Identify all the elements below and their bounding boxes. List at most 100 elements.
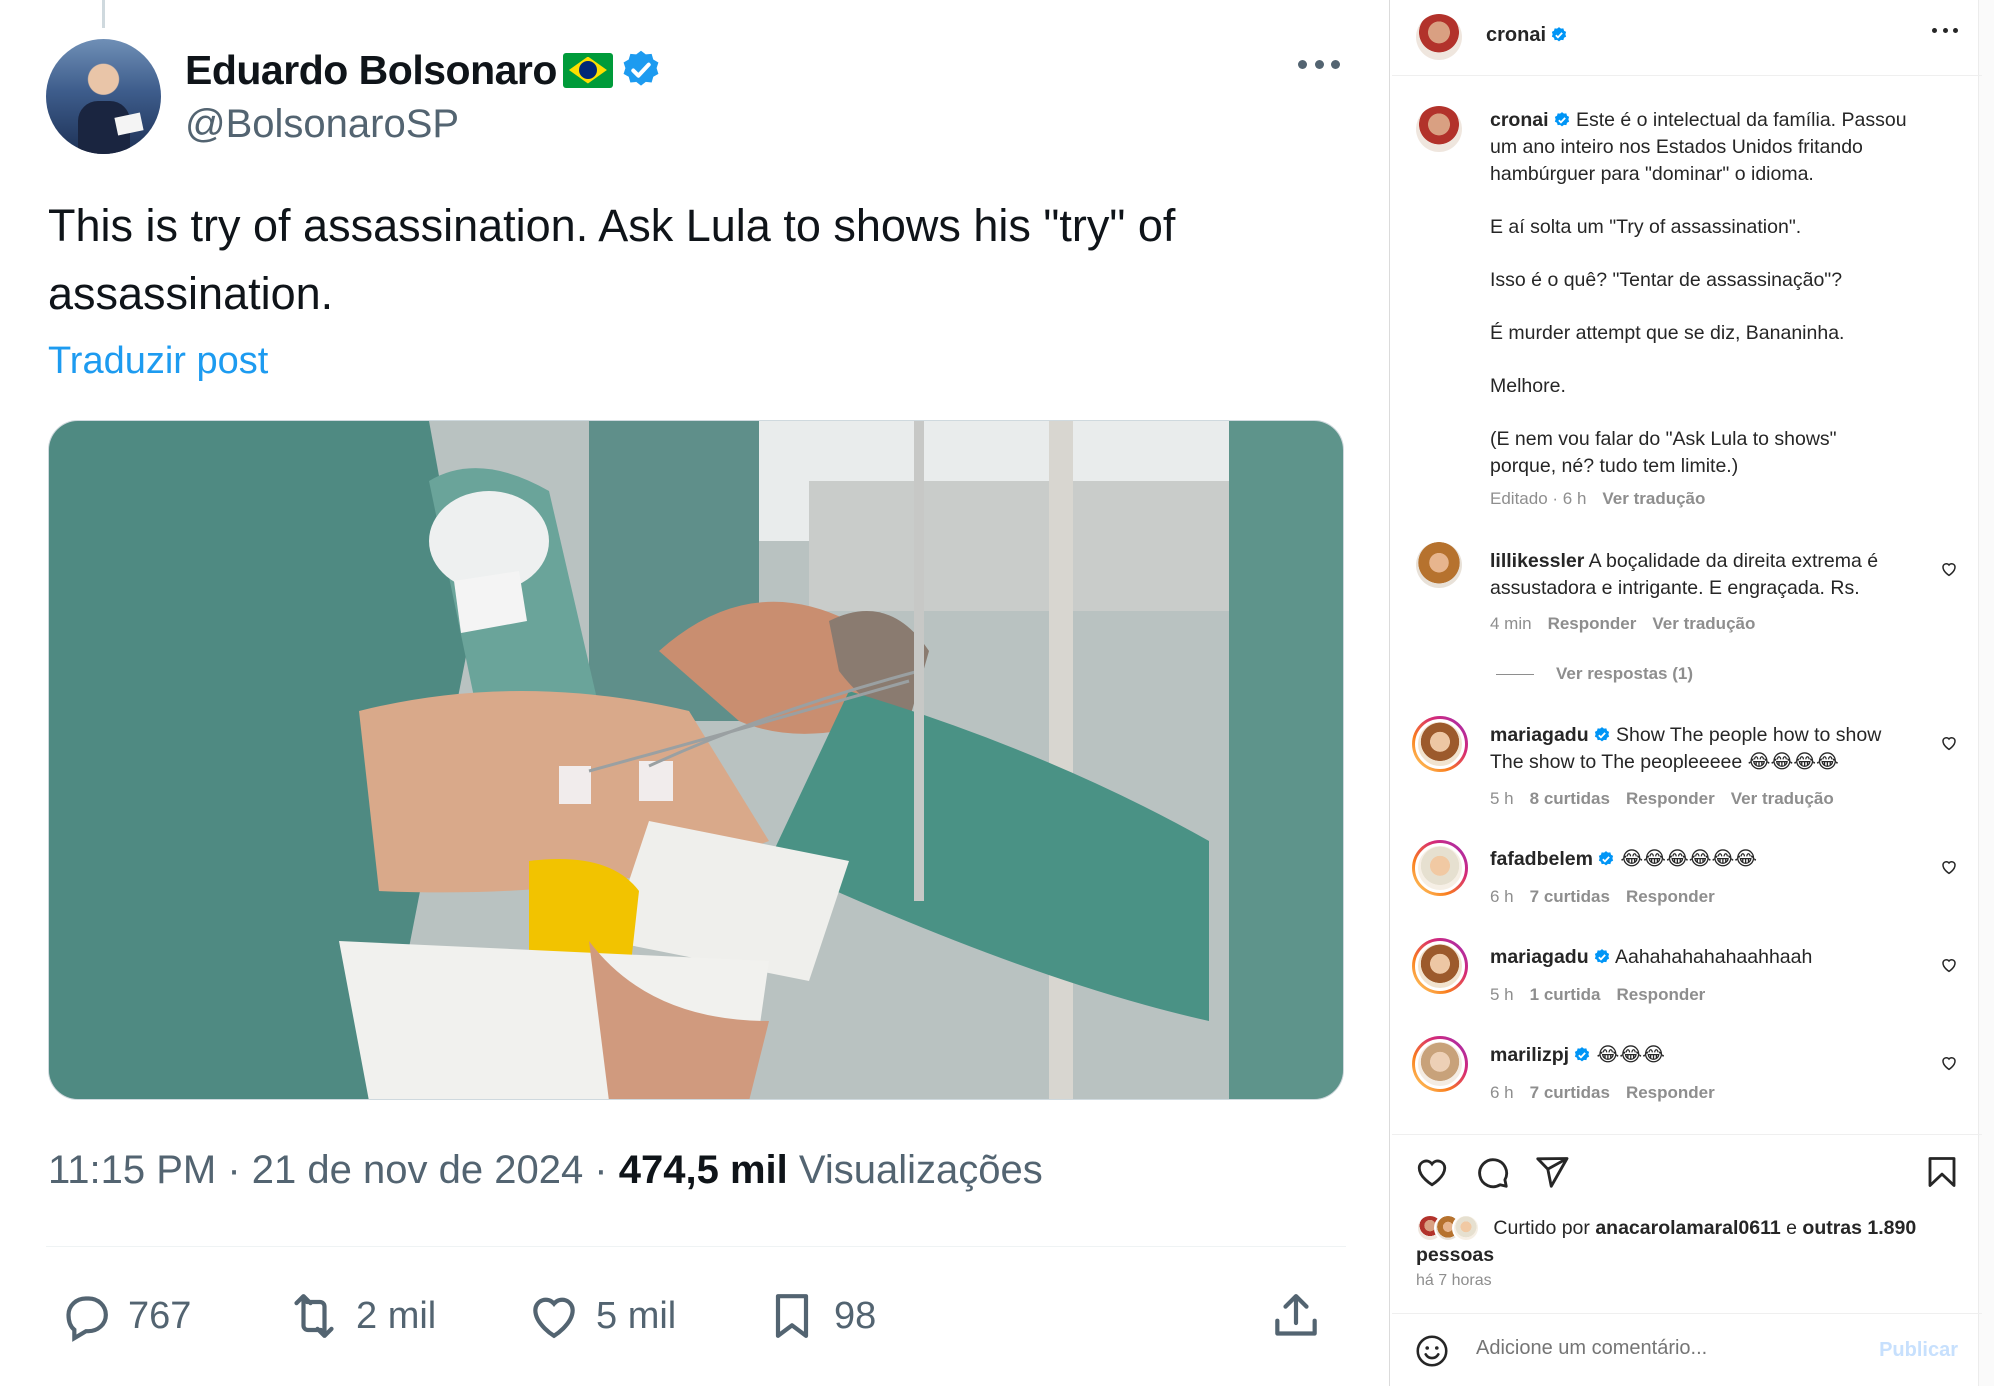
- like-button[interactable]: 5 mil: [526, 1280, 676, 1352]
- tweet-meta: 11:15 PM · 21 de nov de 2024 · 474,5 mil…: [48, 1148, 1043, 1193]
- comment-text: mariagadu Show The people how to show: [1490, 724, 1882, 746]
- caption-avatar[interactable]: [1416, 106, 1462, 152]
- caption-text: um ano inteiro nos Estados Unidos fritan…: [1490, 136, 1863, 158]
- tweet-card: Eduardo Bolsonaro @BolsonaroSP This is t…: [0, 0, 1390, 1386]
- see-translation-link[interactable]: Ver tradução: [1652, 614, 1755, 633]
- retweet-icon: [294, 1294, 334, 1338]
- comment-avatar[interactable]: [1416, 542, 1462, 588]
- bookmark-icon: [775, 1294, 809, 1338]
- reply-button[interactable]: 767: [58, 1280, 191, 1352]
- translate-post-link[interactable]: Traduzir post: [48, 340, 268, 383]
- comment-avatar-story-ring[interactable]: [1412, 716, 1468, 772]
- views-count: 474,5 mil: [618, 1148, 788, 1192]
- comment-user[interactable]: marilizpj: [1490, 1044, 1569, 1066]
- like-heart-icon[interactable]: [1414, 1154, 1450, 1190]
- views-label: Visualizações: [787, 1148, 1043, 1192]
- comment-text: fafadbelem 😂😂😂😂😂😂: [1490, 848, 1758, 870]
- verified-badge-icon: [1594, 727, 1609, 742]
- comment-user[interactable]: mariagadu: [1490, 946, 1589, 968]
- divider: [1392, 1313, 1982, 1314]
- divider: [46, 1246, 1346, 1247]
- reply-count: 767: [128, 1294, 192, 1337]
- caption-text: É murder attempt que se diz, Bananinha.: [1490, 322, 1845, 344]
- heart-icon: [533, 1297, 575, 1339]
- comment-like-heart-icon[interactable]: [1940, 956, 1958, 974]
- comment-text: lillikessler A boçalidade da direita ext…: [1490, 550, 1879, 572]
- comment-user[interactable]: lillikessler: [1490, 550, 1584, 572]
- publish-button[interactable]: Publicar: [1879, 1339, 1958, 1362]
- comment-likes-count[interactable]: 7 curtidas: [1530, 887, 1610, 906]
- reply-link[interactable]: Responder: [1626, 789, 1715, 808]
- comment-bubble-icon[interactable]: [1474, 1154, 1510, 1190]
- post-author-avatar[interactable]: [1416, 14, 1462, 60]
- instagram-panel: cronai cronai Este é o intelectual da fa…: [1392, 0, 1994, 1386]
- comment-avatar-story-ring[interactable]: [1412, 1036, 1468, 1092]
- reply-link[interactable]: Responder: [1617, 985, 1706, 1004]
- comment-likes-count[interactable]: 7 curtidas: [1530, 1083, 1610, 1102]
- verified-badge-icon: [1554, 112, 1569, 127]
- comment-meta: 4 min Responder Ver tradução: [1490, 614, 1756, 633]
- comment-input[interactable]: [1476, 1337, 1856, 1360]
- caption-text: porque, né? tudo tem limite.): [1490, 455, 1739, 477]
- comment-avatar-story-ring[interactable]: [1412, 840, 1468, 896]
- caption-text: E aí solta um "Try of assassination".: [1490, 216, 1802, 238]
- emoji-icon[interactable]: [1414, 1333, 1450, 1369]
- comment-meta: 5 h8 curtidas Responder Ver tradução: [1490, 789, 1834, 808]
- verified-badge-icon: [1594, 949, 1609, 964]
- comment-like-heart-icon[interactable]: [1940, 560, 1958, 578]
- liker-avatar[interactable]: [1452, 1214, 1480, 1242]
- verified-badge-icon: [623, 50, 659, 86]
- view-replies-link[interactable]: Ver respostas (1): [1496, 664, 1693, 684]
- caption-text: Este é o intelectual da família. Passou: [1575, 109, 1907, 131]
- post-header: cronai: [1392, 0, 1982, 76]
- divider: [1392, 1134, 1982, 1135]
- comment-meta: 5 h1 curtida Responder: [1490, 985, 1706, 1004]
- comment-like-heart-icon[interactable]: [1940, 734, 1958, 752]
- comment-like-heart-icon[interactable]: [1940, 858, 1958, 876]
- comment-likes-count[interactable]: 8 curtidas: [1530, 789, 1610, 808]
- retweet-button[interactable]: 2 mil: [286, 1280, 436, 1352]
- see-translation-link[interactable]: Ver tradução: [1602, 489, 1705, 508]
- scrollbar[interactable]: [1978, 0, 1994, 1386]
- tweet-timestamp[interactable]: 11:15 PM · 21 de nov de 2024 ·: [48, 1148, 619, 1192]
- more-options-icon[interactable]: [1932, 28, 1958, 34]
- caption-text: (E nem vou falar do "Ask Lula to shows": [1490, 428, 1837, 450]
- brazil-flag-icon: [562, 52, 613, 88]
- see-translation-link[interactable]: Ver tradução: [1731, 789, 1834, 808]
- thread-line: [102, 0, 105, 28]
- comment-text: The show to The peopleeeee 😂😂😂😂: [1490, 751, 1839, 773]
- caption-user[interactable]: cronai: [1490, 109, 1549, 131]
- bookmark-count: 98: [834, 1294, 877, 1337]
- tweet-text: This is try of assassination. Ask Lula t…: [48, 200, 1176, 319]
- more-options-icon[interactable]: [1296, 44, 1342, 84]
- comment-like-heart-icon[interactable]: [1940, 1054, 1958, 1072]
- hospital-photo-illustration: [49, 421, 1343, 1099]
- tweet-author-avatar[interactable]: [46, 39, 161, 154]
- reply-link[interactable]: Responder: [1626, 887, 1715, 906]
- post-time[interactable]: há 7 horas: [1416, 1272, 1492, 1290]
- comment-user[interactable]: fafadbelem: [1490, 848, 1593, 870]
- caption-text: Isso é o quê? "Tentar de assassinação"?: [1490, 269, 1843, 291]
- tweet-author-name[interactable]: Eduardo Bolsonaro: [185, 47, 557, 94]
- tweet-photo[interactable]: [48, 420, 1344, 1100]
- tweet-actions: 767 2 mil 5 mil 98: [58, 1280, 1348, 1352]
- verified-badge-icon: [1574, 1047, 1590, 1062]
- share-icon: [1275, 1294, 1317, 1336]
- comment-likes-count[interactable]: 1 curtida: [1530, 985, 1601, 1004]
- reply-link[interactable]: Responder: [1626, 1083, 1715, 1102]
- tweet-author-handle[interactable]: @BolsonaroSP: [185, 102, 459, 147]
- reply-link[interactable]: Responder: [1548, 614, 1637, 633]
- liked-by-user[interactable]: anacarolamaral0611: [1595, 1217, 1780, 1239]
- bookmark-button[interactable]: 98: [764, 1280, 876, 1352]
- post-author-name[interactable]: cronai: [1486, 24, 1568, 47]
- edited-time: Editado · 6 h: [1490, 489, 1587, 508]
- liked-by-row: Curtido por anacarolamaral0611 e outras …: [1416, 1214, 1956, 1268]
- retweet-count: 2 mil: [356, 1294, 437, 1337]
- comment-text: assustadora e intrigante. E engraçada. R…: [1490, 577, 1860, 599]
- share-paper-plane-icon[interactable]: [1534, 1154, 1570, 1190]
- share-button[interactable]: [1268, 1280, 1324, 1352]
- save-bookmark-icon[interactable]: [1924, 1154, 1960, 1190]
- comment-text: marilizpj 😂😂😂: [1490, 1044, 1665, 1066]
- comment-user[interactable]: mariagadu: [1490, 724, 1589, 746]
- comment-avatar-story-ring[interactable]: [1412, 938, 1468, 994]
